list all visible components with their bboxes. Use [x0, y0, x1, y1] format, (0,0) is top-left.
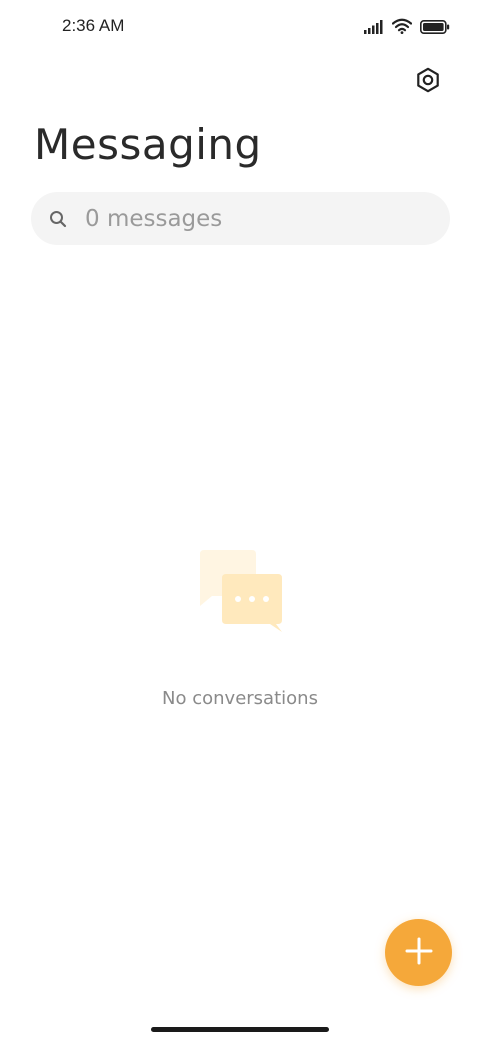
search-input[interactable] [83, 204, 407, 233]
status-time: 2:36 AM [62, 16, 125, 35]
page-title: Messaging [34, 120, 262, 169]
plus-icon [404, 936, 434, 970]
new-conversation-button[interactable] [385, 919, 452, 986]
status-icons [364, 18, 450, 38]
chat-bubbles-icon [190, 548, 290, 638]
signal-icon [364, 19, 384, 38]
settings-button[interactable] [410, 64, 446, 100]
search-bar[interactable] [31, 192, 450, 245]
search-icon [49, 210, 67, 228]
empty-state: No conversations [0, 548, 480, 709]
hexagon-gear-icon [415, 67, 441, 97]
home-indicator[interactable] [151, 1027, 329, 1032]
empty-state-text: No conversations [162, 688, 318, 709]
status-bar: 2:36 AM [0, 0, 480, 56]
wifi-icon [391, 18, 413, 38]
battery-icon [420, 19, 450, 38]
